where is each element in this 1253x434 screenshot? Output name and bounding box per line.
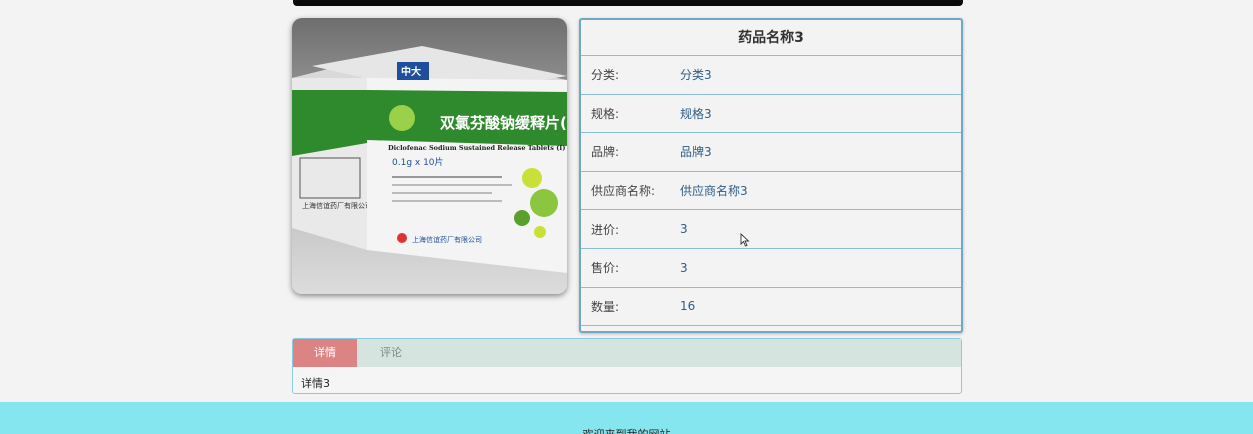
footer-text: 欢迎来到我的网站 [0, 426, 1253, 434]
product-title: 药品名称3 [581, 20, 961, 56]
top-bar [293, 0, 963, 6]
box-brand-logo: 中大 [401, 65, 421, 78]
box-front-manufacturer: 上海信谊药厂有限公司 [412, 235, 482, 244]
field-sale-price: 售价: 3 [581, 249, 961, 288]
field-value: 16 [680, 299, 696, 314]
tab-content: 详情3 [301, 377, 330, 390]
field-category: 分类: 分类3 [581, 56, 961, 95]
tab-comments[interactable]: 评论 [357, 339, 425, 367]
field-label: 分类: [591, 68, 620, 83]
field-value: 3 [680, 222, 688, 237]
product-image: 上海信谊药厂有限公司 中大 双氯芬酸钠缓释片(I) Diclofenac Sod… [292, 18, 567, 294]
field-supplier: 供应商名称: 供应商名称3 [581, 172, 961, 211]
tab-details[interactable]: 详情 [293, 339, 357, 367]
box-name-cn: 双氯芬酸钠缓释片(I) [440, 114, 567, 132]
field-quantity: 数量: 16 [581, 288, 961, 327]
box-side-manufacturer: 上海信谊药厂有限公司 [302, 201, 372, 210]
field-value: 分类3 [680, 68, 712, 83]
detail-tabs: 详情 评论 详情3 [292, 338, 962, 394]
field-value: 供应商名称3 [680, 184, 748, 199]
box-dosage: 0.1g x 10片 [392, 156, 444, 168]
mouse-cursor-icon [740, 233, 750, 247]
tabs-header: 详情 评论 [293, 339, 961, 367]
field-brand: 品牌: 品牌3 [581, 133, 961, 172]
footer: 欢迎来到我的网站 [0, 402, 1253, 434]
field-label: 售价: [591, 261, 620, 276]
product-info-card: 药品名称3 分类: 分类3 规格: 规格3 品牌: 品牌3 供应商名称: 供应商… [579, 18, 963, 333]
field-value: 品牌3 [680, 145, 712, 160]
field-value: 规格3 [680, 106, 712, 121]
field-label: 规格: [591, 106, 620, 121]
field-value: 3 [680, 260, 688, 275]
field-label: 品牌: [591, 145, 620, 160]
field-label: 进价: [591, 222, 620, 237]
field-purchase-price: 进价: 3 [581, 210, 961, 249]
field-label: 供应商名称: [591, 184, 656, 199]
box-name-en: Diclofenac Sodium Sustained Release Tabl… [388, 144, 565, 152]
field-label: 数量: [591, 299, 620, 314]
field-spec: 规格: 规格3 [581, 95, 961, 134]
